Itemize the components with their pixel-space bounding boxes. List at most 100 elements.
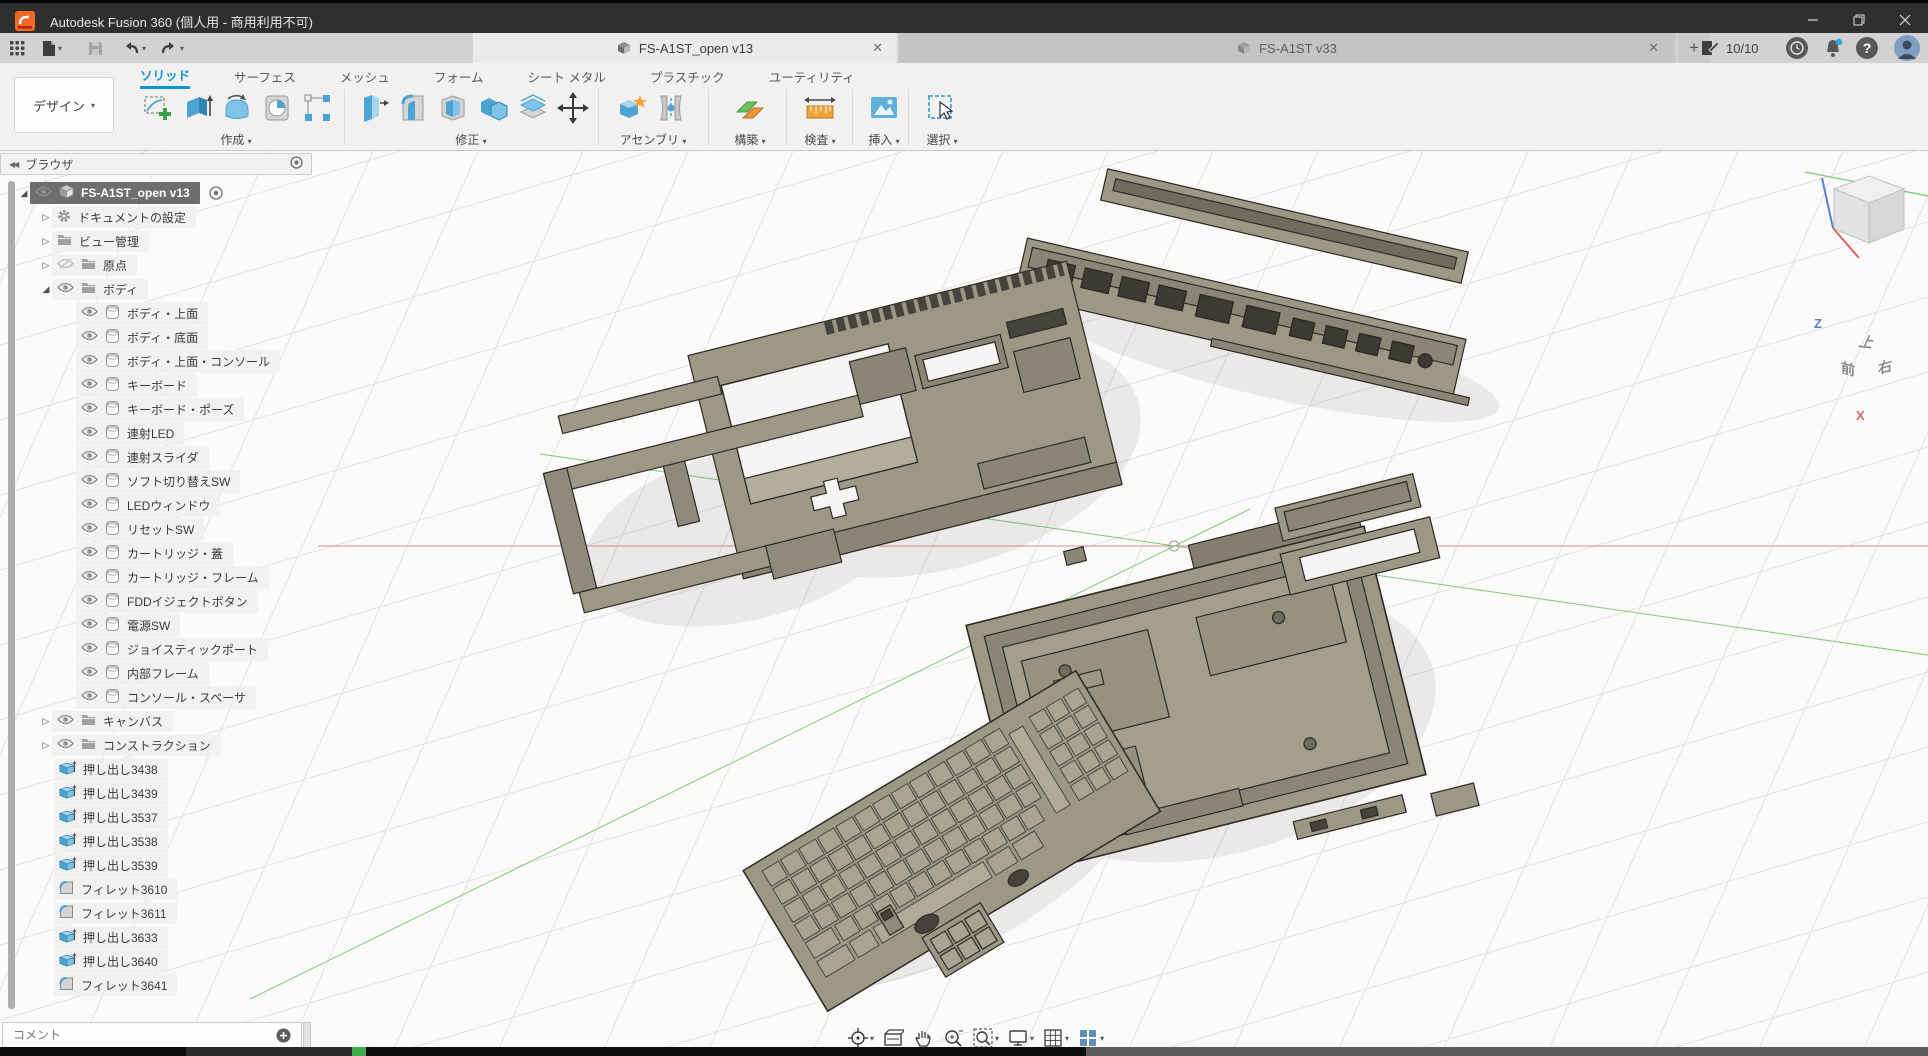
visibility-eye-icon[interactable] [81, 642, 98, 656]
browser-tree-row[interactable]: 押し出し3439 [54, 782, 168, 804]
visibility-eye-icon[interactable] [57, 258, 74, 272]
modify-group-dropdown[interactable]: 修正 ▾ [354, 131, 588, 148]
panel-options-icon[interactable] [290, 156, 303, 172]
help-icon[interactable]: ? [1856, 37, 1878, 59]
panel-resize-handle[interactable] [303, 1022, 311, 1048]
browser-tree-row[interactable]: 押し出し3537 [54, 806, 168, 828]
browser-tree-row[interactable]: ▷ ビュー管理 [40, 230, 149, 252]
visibility-eye-icon[interactable] [81, 666, 98, 680]
browser-tree-row[interactable]: カートリッジ・フレーム [76, 566, 269, 588]
browser-tree-row[interactable]: コンソール・スペーサ [76, 686, 256, 708]
new-component-icon[interactable] [612, 89, 650, 127]
browser-tree-row[interactable]: ボディ・底面 [76, 326, 208, 348]
browser-tree-row[interactable]: LEDウィンドウ [76, 494, 220, 516]
visibility-eye-icon[interactable] [57, 282, 74, 296]
browser-tree-row[interactable]: 連射スライダ [76, 446, 209, 468]
browser-tree-row[interactable]: ▷ キャンバス [40, 710, 173, 732]
add-comment-icon[interactable] [276, 1028, 291, 1043]
part-small-block-right[interactable] [1431, 783, 1479, 816]
notifications-bell-icon[interactable] [1820, 36, 1846, 65]
combine-icon[interactable] [474, 89, 512, 127]
measure-ruler-icon[interactable] [801, 89, 839, 127]
close-tab-icon[interactable]: ✕ [1648, 40, 1659, 56]
part-top-strip[interactable] [558, 376, 721, 433]
visibility-eye-icon[interactable] [81, 354, 98, 368]
browser-tree-row[interactable]: 押し出し3438 [54, 758, 168, 780]
browser-tree-row[interactable]: 押し出し3539 [54, 854, 168, 876]
visibility-eye-icon[interactable] [57, 714, 74, 728]
restore-button[interactable] [1836, 6, 1882, 34]
view-cube[interactable] [1805, 172, 1928, 258]
sweep-icon[interactable] [258, 89, 296, 127]
browser-tree-row[interactable]: フィレット3610 [54, 878, 177, 900]
visibility-eye-icon[interactable] [81, 450, 98, 464]
redo-button[interactable]: ▾ [160, 37, 184, 59]
collapse-panel-icon[interactable]: ◀◀ [9, 160, 17, 169]
job-status-clock-icon[interactable] [1786, 37, 1808, 59]
insert-group-dropdown[interactable]: 挿入 ▾ [856, 131, 912, 148]
construct-plane-icon[interactable] [731, 89, 769, 127]
browser-tree-row[interactable]: ジョイスティックポート [76, 638, 268, 660]
browser-tree-row[interactable]: ◢ FS-A1ST_open v13 [18, 182, 223, 204]
visibility-eye-icon[interactable] [81, 546, 98, 560]
part-small-knob[interactable] [1064, 547, 1087, 565]
visibility-eye-icon[interactable] [81, 498, 98, 512]
browser-scrollbar[interactable] [8, 181, 15, 1009]
visibility-eye-icon[interactable] [81, 330, 98, 344]
model-viewport[interactable] [0, 151, 1928, 1056]
visibility-eye-icon[interactable] [81, 522, 98, 536]
browser-tree-row[interactable]: ボディ・上面・コンソール [76, 350, 280, 372]
visibility-eye-icon[interactable] [81, 594, 98, 608]
select-group-dropdown[interactable]: 選択 ▾ [914, 131, 970, 148]
create-group-dropdown[interactable]: 作成 ▾ [138, 131, 334, 148]
expand-arrow-icon[interactable]: ▷ [40, 716, 52, 727]
expand-arrow-icon[interactable]: ▷ [40, 236, 52, 247]
comment-bar[interactable] [2, 1022, 302, 1048]
part-body-top-shell[interactable] [688, 261, 1122, 579]
workspace-switcher[interactable]: デザイン▾ [14, 77, 114, 133]
browser-tree-row[interactable]: キーボード・ポーズ [76, 398, 244, 420]
browser-tree-row[interactable]: 押し出し3640 [54, 950, 168, 972]
move-copy-icon[interactable] [554, 89, 592, 127]
visibility-eye-icon[interactable] [35, 186, 52, 200]
browser-tree-row[interactable]: 内部フレーム [76, 662, 209, 684]
browser-tree-row[interactable]: ◢ ボディ [40, 278, 148, 300]
visibility-eye-icon[interactable] [81, 426, 98, 440]
browser-tree-row[interactable]: ソフト切り替えSW [76, 470, 240, 492]
expand-arrow-icon[interactable]: ▷ [40, 740, 52, 751]
doc-tab-active[interactable]: FS-A1ST_open v13 ✕ [473, 33, 897, 63]
insert-image-icon[interactable] [865, 89, 903, 127]
comment-input[interactable] [13, 1028, 268, 1042]
browser-tree-row[interactable]: ▷ 原点 [40, 254, 137, 276]
assemble-group-dropdown[interactable]: アセンブリ ▾ [608, 131, 698, 148]
undo-button[interactable]: ▾ [122, 37, 146, 59]
browser-tree-row[interactable]: 押し出し3633 [54, 926, 168, 948]
browser-tree-row[interactable]: FDDイジェクトボタン [76, 590, 258, 612]
visibility-eye-icon[interactable] [81, 474, 98, 488]
visibility-eye-icon[interactable] [57, 738, 74, 752]
revolve-icon[interactable] [218, 89, 256, 127]
close-button[interactable] [1882, 6, 1928, 34]
expand-arrow-icon[interactable]: ◢ [40, 284, 52, 295]
free-documents-counter[interactable]: 10/10 [1700, 36, 1759, 60]
create-sketch-icon[interactable] [138, 89, 176, 127]
file-menu-button[interactable]: ▾ [42, 37, 62, 59]
doc-tab-inactive[interactable]: FS-A1ST v33 ✕ [899, 33, 1675, 63]
save-button[interactable] [88, 37, 103, 59]
visibility-eye-icon[interactable] [81, 306, 98, 320]
browser-tree-row[interactable]: フィレット3611 [54, 902, 177, 924]
browser-tree-row[interactable]: ▷ コンストラクション [40, 734, 221, 756]
construct-group-dropdown[interactable]: 構築 ▾ [718, 131, 782, 148]
visibility-eye-icon[interactable] [81, 690, 98, 704]
press-pull-icon[interactable] [354, 89, 392, 127]
visibility-eye-icon[interactable] [81, 402, 98, 416]
browser-tree-row[interactable]: 電源SW [76, 614, 180, 636]
visibility-eye-icon[interactable] [81, 618, 98, 632]
user-avatar[interactable] [1894, 35, 1920, 61]
expand-arrow-icon[interactable]: ▷ [40, 212, 52, 223]
visibility-eye-icon[interactable] [81, 570, 98, 584]
browser-tree-row[interactable]: ▷ ドキュメントの設定 [40, 206, 196, 228]
browser-tree-row[interactable]: 連射LED [76, 422, 184, 444]
browser-tree-row[interactable]: カートリッジ・蓋 [76, 542, 233, 564]
joint-icon[interactable] [652, 89, 690, 127]
